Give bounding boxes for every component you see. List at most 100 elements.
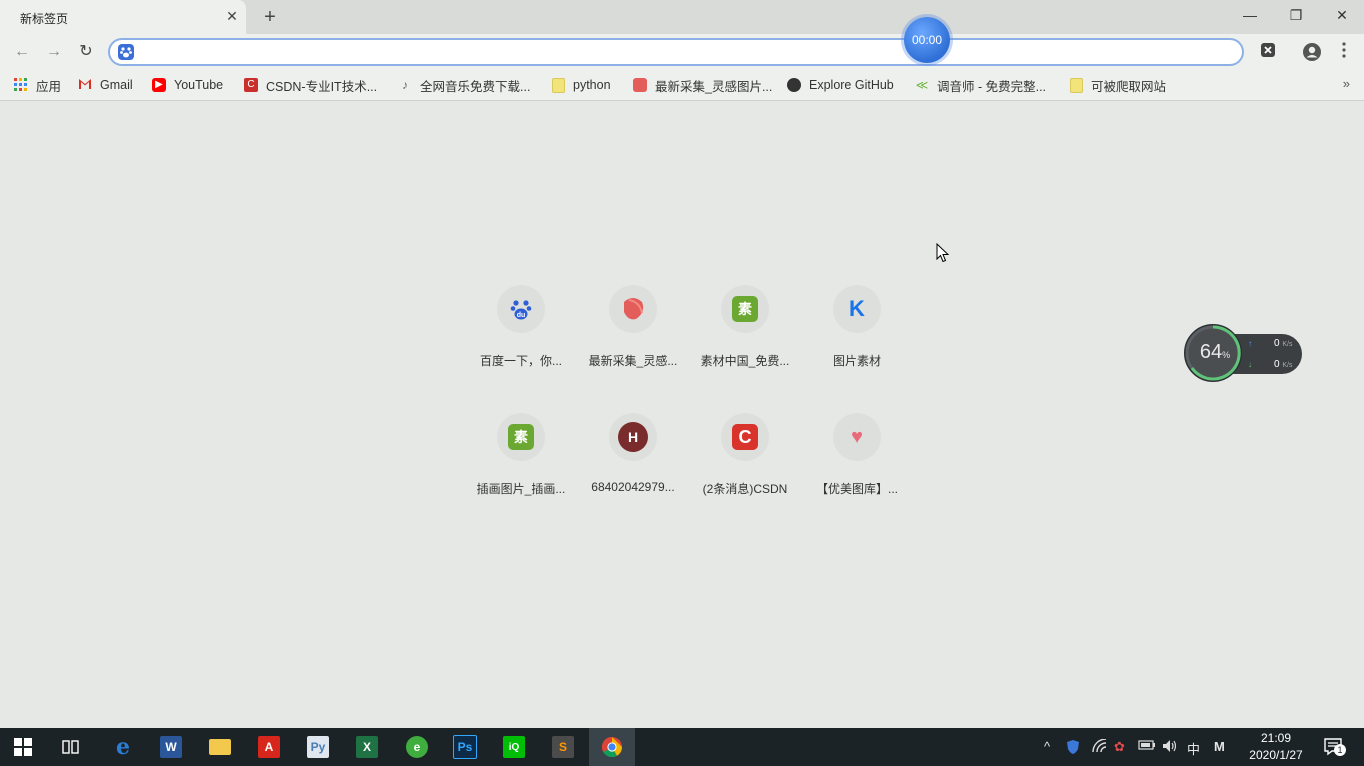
clock-time: 21:09 [1260, 731, 1292, 745]
shortcut-icon-wrap: K [833, 285, 881, 333]
back-button[interactable]: ← [10, 40, 34, 64]
download-speed: 0 K/s [1274, 359, 1304, 370]
taskbar-iqiyi[interactable]: iQ [491, 728, 537, 766]
bookmark-python[interactable]: python [552, 76, 611, 94]
ime-mode-icon[interactable]: M [1214, 739, 1225, 754]
notification-count-badge: 1 [1334, 744, 1346, 756]
tab-new-tab[interactable]: 新标签页 ✕ [0, 0, 246, 34]
close-window-button[interactable]: ✕ [1322, 4, 1362, 26]
bookmark-huaban[interactable]: 最新采集_灵感图片... [633, 76, 772, 94]
notification-center-icon[interactable]: 1 [1324, 738, 1346, 756]
chrome-icon [601, 736, 623, 758]
folder-icon [1070, 77, 1083, 93]
taskbar-file-explorer[interactable] [197, 728, 243, 766]
clock-date: 2020/1/27 [1249, 748, 1303, 762]
security-shield-icon[interactable] [1066, 739, 1080, 758]
mouse-cursor-icon [936, 243, 950, 263]
shortcut-baidu[interactable]: du 百度一下，你... [465, 285, 577, 385]
bookmark-crawlable[interactable]: 可被爬取网站 [1070, 76, 1166, 94]
shortcut-icon-wrap: 素 [497, 413, 545, 461]
svg-text:du: du [517, 312, 526, 319]
shortcut-icon-wrap: H [609, 413, 657, 461]
upload-arrow-icon: ↑ [1248, 339, 1252, 348]
bookmark-gmail[interactable]: Gmail [78, 76, 133, 94]
folder-icon [209, 739, 231, 755]
gmail-icon [78, 78, 92, 92]
shortcut-huaban[interactable]: 最新采集_灵感... [577, 285, 689, 385]
reload-button[interactable]: ↻ [74, 40, 98, 64]
bookmark-tuning[interactable]: ≪ 调音师 - 免费完整... [915, 76, 1046, 94]
bookmark-apps[interactable]: 应用 [14, 76, 61, 94]
bookmark-github[interactable]: Explore GitHub [787, 76, 894, 94]
recording-timer[interactable]: 00:00 [904, 17, 950, 63]
upload-speed: 0 K/s [1274, 338, 1304, 349]
taskbar-acrobat[interactable]: A [246, 728, 292, 766]
shortcut-icon-wrap [609, 285, 657, 333]
bookmark-label: 可被爬取网站 [1091, 79, 1167, 94]
task-view-icon [62, 740, 79, 754]
bookmark-label: Explore GitHub [809, 78, 894, 92]
shortcut-icon-wrap: du [497, 285, 545, 333]
csdn-icon: C [244, 78, 258, 92]
address-input[interactable] [146, 43, 1230, 63]
profile-icon[interactable] [1302, 42, 1322, 62]
shortcut-h-site[interactable]: H 68402042979... [577, 413, 689, 513]
edge-icon: e [116, 734, 130, 760]
shortcut-label: 【优美图库】... [815, 482, 898, 496]
network-speed-widget[interactable]: 64% ↑ ↓ 0 K/s 0 K/s [1184, 324, 1304, 384]
forward-button[interactable]: → [42, 40, 66, 64]
shortcut-label: (2条消息)CSDN [702, 482, 788, 496]
minimize-button[interactable]: — [1230, 4, 1270, 26]
globe-icon: e [406, 736, 428, 758]
taskbar-photoshop[interactable]: Ps [442, 728, 488, 766]
taskbar-chrome[interactable] [589, 728, 635, 766]
taskbar-excel[interactable]: X [344, 728, 390, 766]
bookmark-label: 应用 [36, 79, 62, 94]
baidu-search-icon [118, 44, 134, 60]
tray-overflow-icon[interactable]: ^ [1044, 739, 1050, 754]
system-clock[interactable]: 21:09 2020/1/27 [1246, 730, 1306, 764]
ime-indicator[interactable]: 中 [1187, 739, 1200, 758]
start-button[interactable] [0, 728, 46, 766]
extension-icon[interactable] [1258, 42, 1278, 62]
heart-icon: ♥ [851, 425, 863, 448]
shortcut-image-assets[interactable]: K 图片素材 [801, 285, 913, 385]
bookmark-youtube[interactable]: ▶ YouTube [152, 76, 223, 94]
shortcut-sucai[interactable]: 素 素材中国_免费... [689, 285, 801, 385]
folder-icon [552, 77, 565, 93]
download-value: 0 [1274, 359, 1280, 370]
task-view-button[interactable] [48, 728, 94, 766]
shortcut-illustration[interactable]: 素 插画图片_插画... [465, 413, 577, 513]
address-bar[interactable] [108, 38, 1244, 66]
restore-button[interactable]: ❐ [1276, 4, 1316, 26]
shortcut-label: 插画图片_插画... [476, 482, 566, 496]
taskbar-word[interactable]: W [148, 728, 194, 766]
huaban-icon [633, 78, 647, 92]
github-icon [787, 78, 801, 92]
bookmark-music[interactable]: ♪ 全网音乐免费下载... [398, 76, 530, 94]
shortcut-csdn[interactable]: C (2条消息)CSDN [689, 413, 801, 513]
shortcut-label: 最新采集_灵感... [588, 354, 678, 368]
taskbar-sublime[interactable]: S [540, 728, 586, 766]
shortcut-label: 68402042979... [591, 480, 675, 494]
bookmark-csdn[interactable]: C CSDN-专业IT技术... [244, 76, 377, 94]
shortcut-youmei[interactable]: ♥ 【优美图库】... [801, 413, 913, 513]
upload-value: 0 [1274, 338, 1280, 349]
network-app-icon[interactable]: ✿ [1114, 739, 1125, 755]
bookmarks-bar: 应用 Gmail ▶ YouTube C CSDN-专业IT技术... ♪ 全网… [0, 70, 1364, 101]
new-tab-button[interactable]: + [259, 6, 281, 28]
bookmarks-overflow-icon[interactable]: » [1343, 76, 1350, 91]
taskbar-edge[interactable]: e [100, 728, 146, 766]
tab-close-icon[interactable]: ✕ [224, 8, 240, 24]
download-arrow-icon: ↓ [1248, 360, 1252, 369]
excel-icon: X [356, 736, 378, 758]
acrobat-icon: A [258, 736, 280, 758]
memory-percent-value: 64 [1199, 341, 1223, 363]
taskbar-python[interactable]: Py [295, 728, 341, 766]
battery-icon[interactable] [1138, 739, 1156, 754]
menu-icon[interactable] [1334, 42, 1354, 62]
taskbar-browser-360[interactable]: e [394, 728, 440, 766]
word-icon: W [160, 736, 182, 758]
volume-icon[interactable] [1162, 739, 1178, 756]
wifi-icon[interactable] [1092, 738, 1108, 756]
